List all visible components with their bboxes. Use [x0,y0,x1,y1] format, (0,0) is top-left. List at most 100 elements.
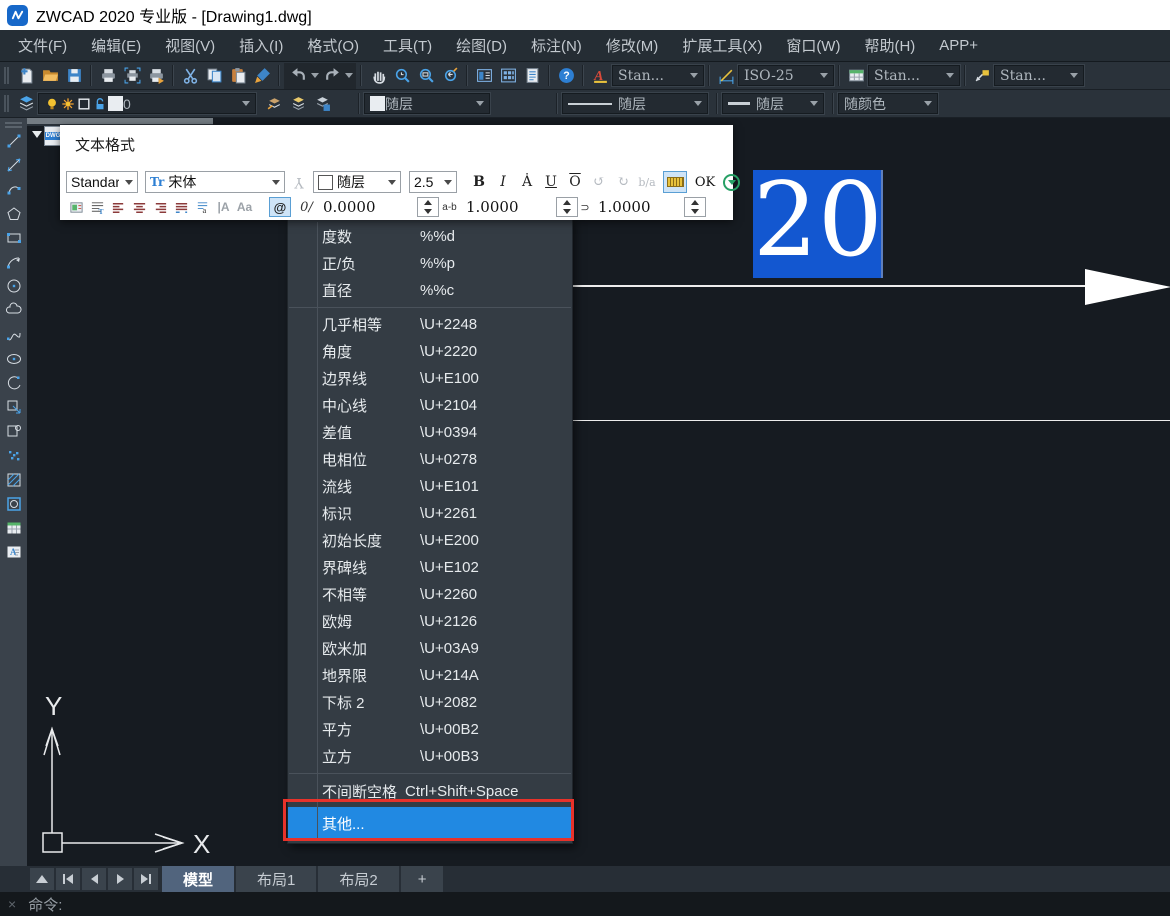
strike-button[interactable]: Ȧ [515,171,539,193]
menu-item-omega[interactable]: 欧米加\U+03A9 [288,635,572,662]
horizontal-line[interactable] [527,420,1170,421]
symbol-button[interactable]: @ [269,197,291,217]
zoom-realtime-icon[interactable] [390,64,414,88]
table-icon[interactable] [1,516,26,540]
selected-dim-text[interactable]: 20 [753,170,883,278]
dim-style-icon[interactable] [714,64,738,88]
pan-icon[interactable] [366,64,390,88]
italic-button[interactable]: I [491,171,515,193]
hatch-icon[interactable] [1,468,26,492]
drawing-canvas[interactable]: DWG D 20 Y X 文本格式 S [27,118,1170,866]
width-factor-field[interactable]: 1.0000 [592,198,684,216]
command-line[interactable]: × 命令: [0,892,1170,916]
save-icon[interactable] [62,64,86,88]
oblique-angle-field[interactable]: 0.0000 [317,198,417,216]
text-height-select[interactable]: 2.5 [409,171,457,193]
menu-express[interactable]: 扩展工具(X) [670,30,774,61]
align-right-icon[interactable] [150,197,171,217]
options-chevron-icon[interactable] [723,174,740,191]
design-center-icon[interactable] [472,64,496,88]
prev-tab-icon[interactable] [82,868,106,890]
mleader-style-icon[interactable] [970,64,994,88]
polygon-icon[interactable] [1,202,26,226]
point-icon[interactable] [1,443,26,467]
menu-item-degree[interactable]: 度数%%d [288,223,572,250]
distribute-icon[interactable] [171,197,192,217]
ruler-button[interactable] [663,171,687,193]
menu-item-plus-minus[interactable]: 正/负%%p [288,250,572,277]
menu-item-ohm[interactable]: 欧姆\U+2126 [288,608,572,635]
make-block-icon[interactable] [1,419,26,443]
menu-item-not-equal[interactable]: 不相等\U+2260 [288,581,572,608]
layer-freeze-sun-icon[interactable] [60,96,76,112]
menu-item-almost-equal[interactable]: 几乎相等\U+2248 [288,311,572,338]
redo-dropdown-icon[interactable] [344,64,354,88]
arrowhead-shape[interactable] [1085,269,1170,305]
layer-isolate-icon[interactable] [310,92,334,116]
undo-icon[interactable] [286,64,310,88]
menu-item-other-highlighted[interactable]: 其他... [288,807,572,839]
annotative-icon[interactable]: Y [291,171,307,193]
new-file-icon[interactable] [14,64,38,88]
publish-icon[interactable] [144,64,168,88]
undo-text-button[interactable]: ↺ [587,171,611,193]
bold-button[interactable]: B [467,171,491,193]
menu-item-subscript-2[interactable]: 下标 2\U+2082 [288,689,572,716]
cut-icon[interactable] [178,64,202,88]
plot-preview-icon[interactable] [120,64,144,88]
tab-model[interactable]: 模型 [162,866,234,892]
underline-button[interactable]: U [539,171,563,193]
menu-tools[interactable]: 工具(T) [371,30,444,61]
table-style-icon[interactable] [844,64,868,88]
align-center-icon[interactable] [129,197,150,217]
region-icon[interactable] [1,492,26,516]
menu-item-identity[interactable]: 标识\U+2261 [288,500,572,527]
paragraph-settings-icon[interactable]: a [192,197,213,217]
dim-style-combo[interactable]: ISO-25 [738,65,834,86]
mleader-style-combo[interactable]: Stan... [994,65,1084,86]
first-tab-icon[interactable] [56,868,80,890]
tracking-field[interactable]: 1.0000 [460,198,556,216]
redo-text-button[interactable]: ↻ [611,171,635,193]
ellipse-arc-icon[interactable] [1,371,26,395]
vertical-text-button[interactable]: |A [213,197,234,217]
tool-palette-icon[interactable] [496,64,520,88]
circle-icon[interactable] [1,274,26,298]
help-icon[interactable]: ? [554,64,578,88]
layer-previous-icon[interactable] [262,92,286,116]
menu-format[interactable]: 格式(O) [295,30,371,61]
toolbar-grip[interactable] [4,67,6,84]
last-tab-icon[interactable] [134,868,158,890]
lineweight-combo[interactable]: 随层 [722,93,824,114]
tab-menu-up-icon[interactable] [30,868,54,890]
menu-draw[interactable]: 绘图(D) [444,30,519,61]
ellipse-icon[interactable] [1,347,26,371]
width-factor-spinner[interactable] [684,197,706,217]
paste-icon[interactable] [226,64,250,88]
menu-dimension[interactable]: 标注(N) [519,30,594,61]
xline-icon[interactable] [1,153,26,177]
plot-icon[interactable] [96,64,120,88]
tab-add-layout[interactable]: + [401,866,444,892]
undo-dropdown-icon[interactable] [310,64,320,88]
menu-item-angle[interactable]: 角度\U+2220 [288,338,572,365]
menu-item-monument-line[interactable]: 界碑线\U+E102 [288,554,572,581]
menu-item-property-line[interactable]: 地界限\U+214A [288,662,572,689]
close-command-icon[interactable]: × [8,896,16,912]
menu-window[interactable]: 窗口(W) [774,30,852,61]
linetype-combo[interactable]: 随层 [562,93,708,114]
oblique-spinner[interactable] [417,197,439,217]
insert-block-icon[interactable] [1,395,26,419]
plot-style-combo[interactable]: 随颜色 [838,93,938,114]
color-combo[interactable]: 随层 [364,93,490,114]
rectangle-icon[interactable] [1,226,26,250]
menu-item-delta[interactable]: 差值\U+0394 [288,419,572,446]
doc-tab-overflow-icon[interactable] [32,131,42,138]
menu-insert[interactable]: 插入(I) [227,30,295,61]
text-color-select[interactable]: 随层 [313,171,401,193]
menu-item-diameter[interactable]: 直径%%c [288,277,572,304]
menu-item-cubed[interactable]: 立方\U+00B3 [288,743,572,770]
overline-button[interactable]: O [563,171,587,193]
justify-icon[interactable]: T [87,197,108,217]
layer-plot-frame-icon[interactable] [76,96,92,112]
